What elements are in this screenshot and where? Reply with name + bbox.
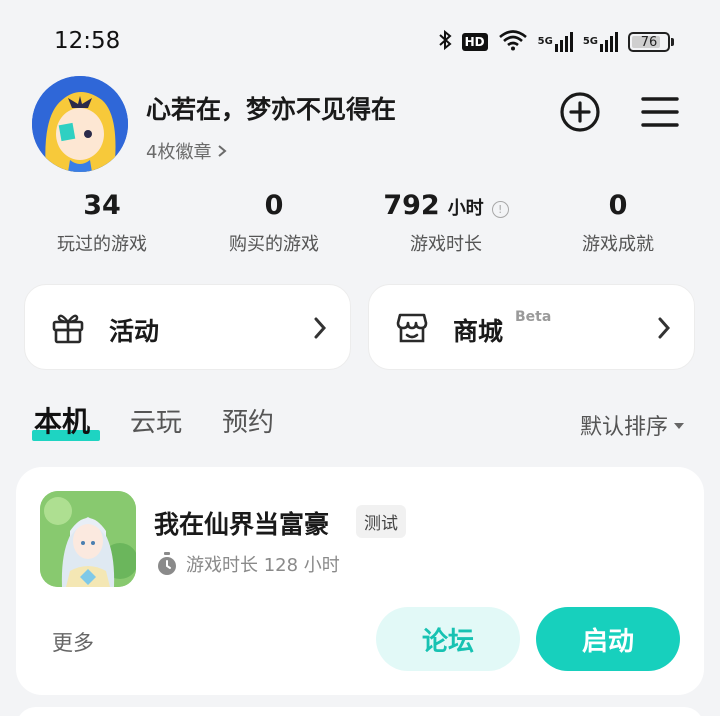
playtime-text: 游戏时长 128 小时 — [186, 555, 340, 576]
activity-label: 活动 — [109, 317, 160, 346]
store-label: 商城 — [453, 317, 504, 346]
sort-dropdown[interactable]: 默认排序 — [580, 409, 684, 441]
activity-card[interactable]: 活动 — [24, 284, 351, 370]
stat-label: 玩过的游戏 — [57, 234, 147, 255]
stat-value: 0 — [608, 190, 628, 221]
chevron-right-icon — [314, 317, 327, 339]
plus-circle-icon — [560, 92, 600, 132]
stat-play-time[interactable]: 792 小时 ! 游戏时长 — [366, 190, 526, 256]
wifi-icon — [498, 29, 528, 55]
game-card[interactable]: 我在仙界当富豪 测试 游戏时长 128 小时 更多 论坛 启动 — [16, 467, 704, 695]
avatar[interactable] — [32, 76, 128, 172]
sort-label: 默认排序 — [579, 415, 668, 440]
status-icons: HD 5G 5G 76 — [438, 28, 674, 56]
signal-icon-2: 5G — [583, 32, 618, 52]
caret-down-icon — [674, 423, 684, 429]
badges-link[interactable]: 4枚徽章 — [146, 138, 228, 164]
store-card[interactable]: 商城 Beta — [368, 284, 695, 370]
next-game-card[interactable] — [16, 707, 704, 716]
beta-tag: Beta — [515, 309, 552, 325]
game-title[interactable]: 我在仙界当富豪 — [154, 505, 329, 541]
tab-cloud[interactable]: 云玩 — [130, 402, 182, 439]
username[interactable]: 心若在，梦亦不见得在 — [146, 90, 396, 126]
menu-button[interactable] — [638, 90, 682, 134]
status-bar: 12:58 HD 5G 5G 76 — [0, 0, 720, 80]
status-time: 12:58 — [54, 28, 121, 54]
stat-unit: 小时 — [447, 198, 484, 219]
badges-label: 4枚徽章 — [146, 142, 212, 163]
more-button[interactable]: 更多 — [52, 627, 94, 657]
game-icon[interactable] — [40, 491, 136, 587]
stat-label: 游戏成就 — [582, 234, 654, 255]
stat-label: 游戏时长 — [410, 234, 482, 255]
gift-icon — [52, 314, 84, 344]
stat-value: 792 — [383, 190, 440, 221]
store-icon — [396, 313, 428, 343]
tab-reserve[interactable]: 预约 — [222, 402, 274, 439]
battery-icon: 76 — [628, 32, 674, 52]
hd-icon: HD — [461, 33, 488, 51]
forum-button[interactable]: 论坛 — [376, 607, 520, 671]
info-icon[interactable]: ! — [491, 201, 509, 218]
stat-achievements[interactable]: 0 游戏成就 — [538, 190, 698, 256]
stat-label: 购买的游戏 — [229, 234, 319, 255]
tab-local[interactable]: 本机 — [32, 400, 100, 441]
add-button[interactable] — [558, 90, 602, 134]
test-badge: 测试 — [356, 505, 406, 538]
stat-games-purchased[interactable]: 0 购买的游戏 — [194, 190, 354, 256]
battery-level: 76 — [640, 34, 658, 50]
launch-button[interactable]: 启动 — [536, 607, 680, 671]
stat-value: 34 — [83, 190, 121, 221]
chevron-right-icon — [658, 317, 671, 339]
chevron-right-icon — [218, 145, 228, 157]
stat-games-played[interactable]: 34 玩过的游戏 — [22, 190, 182, 256]
stat-value: 0 — [264, 190, 284, 221]
bluetooth-icon — [438, 29, 452, 55]
signal-icon: 5G — [538, 32, 573, 52]
hamburger-menu-icon — [641, 97, 679, 127]
game-playtime: 游戏时长 128 小时 — [156, 551, 340, 577]
tab-label: 本机 — [34, 405, 91, 438]
stopwatch-icon — [158, 552, 176, 575]
